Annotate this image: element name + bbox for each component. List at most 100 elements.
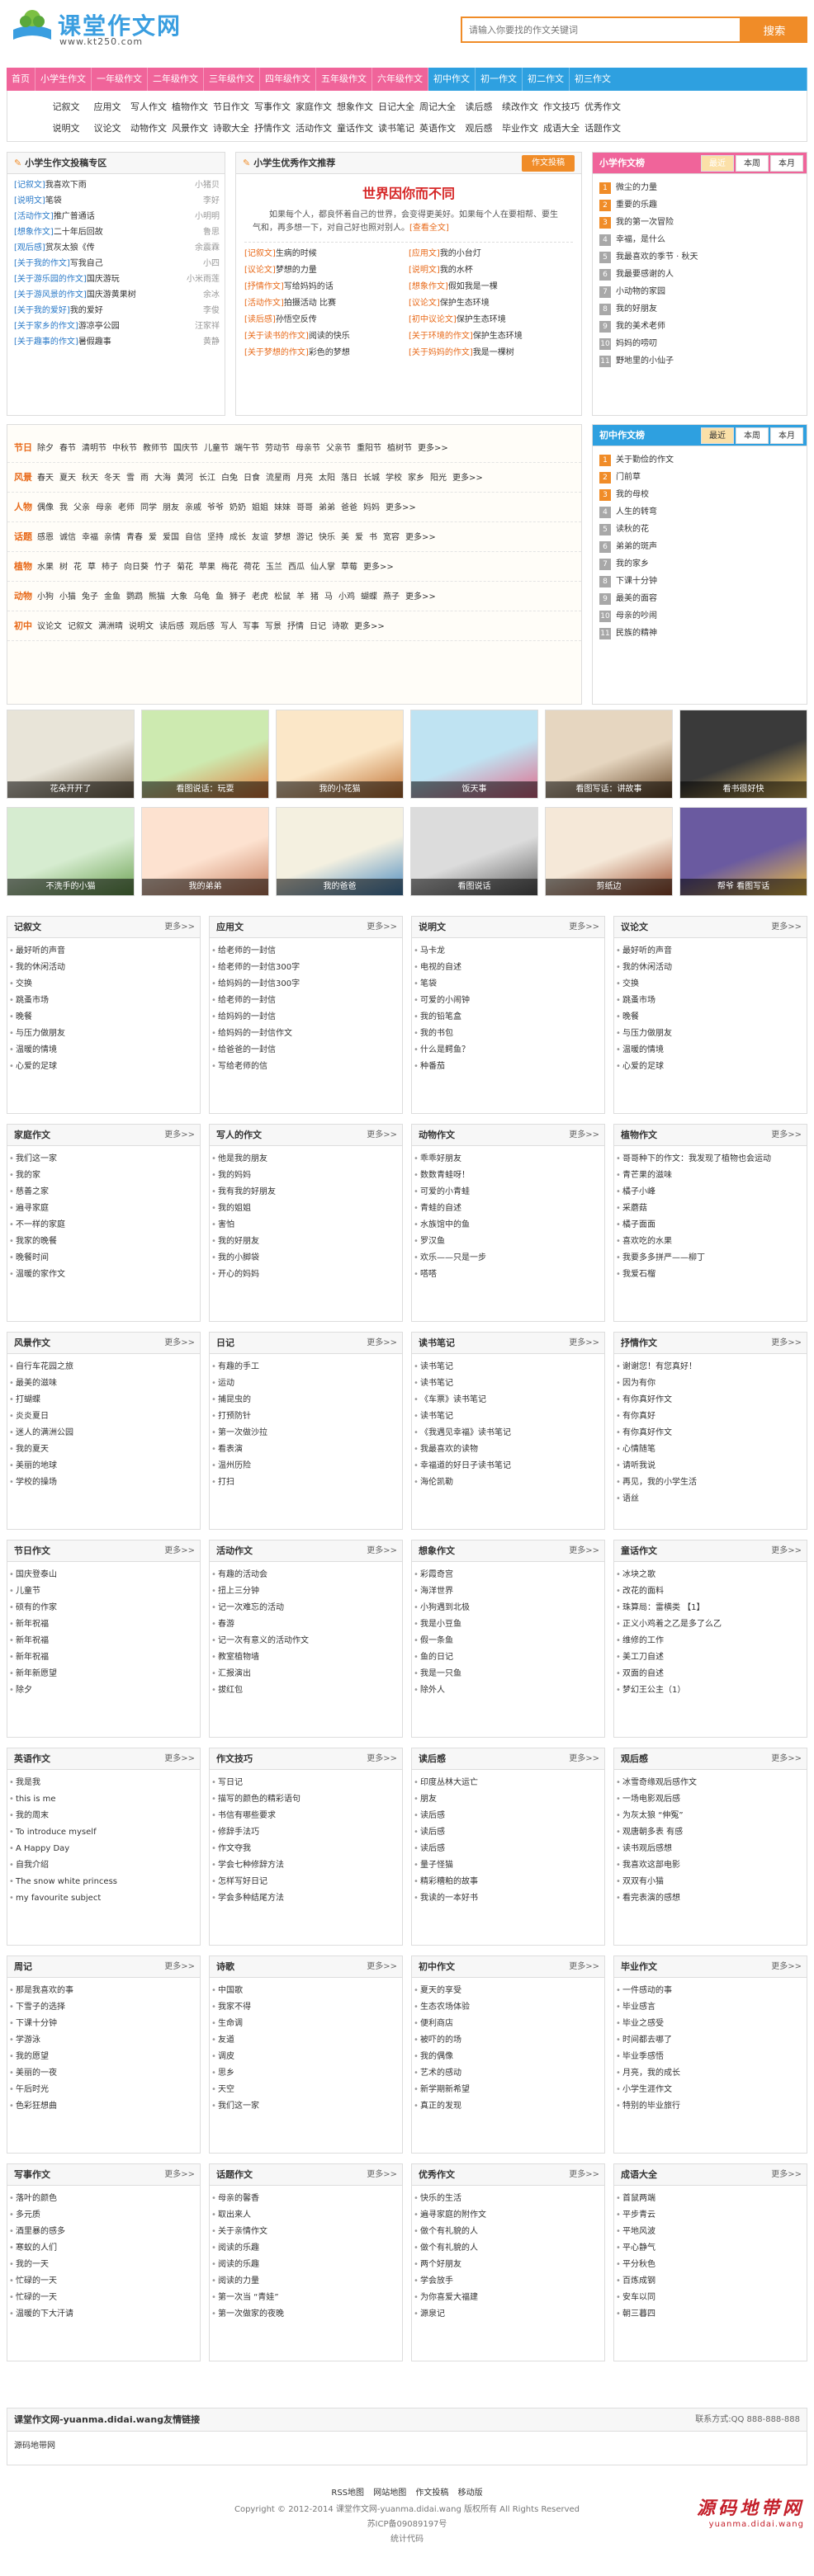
tag-link[interactable]: 梦想 — [274, 533, 291, 542]
category-list-item[interactable]: 读书笔记 — [412, 1408, 604, 1425]
category-list-item[interactable]: 毕业季感悟 — [614, 2049, 807, 2065]
more-link[interactable]: 更多>> — [569, 1540, 599, 1562]
more-link[interactable]: 更多>> — [164, 1540, 195, 1562]
tag-link[interactable]: 西瓜 — [288, 563, 305, 572]
category-list-item[interactable]: 语丝 — [614, 1491, 807, 1507]
category-list-item[interactable]: 再见，我的小学生活 — [614, 1474, 807, 1491]
ranking-item[interactable]: 4 幸福，是什么 — [593, 231, 807, 248]
category-title[interactable]: 想象作文 — [419, 1545, 455, 1556]
category-list-item[interactable]: 自我介绍 — [7, 1857, 200, 1874]
category-title[interactable]: 家庭作文 — [14, 1130, 50, 1140]
category-list-item[interactable]: 看完表演的感想 — [614, 1890, 807, 1907]
tag-link[interactable]: 荷花 — [244, 563, 260, 572]
category-list-item[interactable]: 我的休闲活动 — [7, 960, 200, 976]
tag-link[interactable]: 向日葵 — [124, 563, 149, 572]
item-title[interactable]: 国庆游黄果树 — [87, 290, 136, 300]
item-category[interactable]: [议论文] — [244, 266, 276, 275]
category-title[interactable]: 童话作文 — [621, 1545, 657, 1556]
item-title[interactable]: 国庆游玩 — [87, 275, 120, 284]
category-list-item[interactable]: 跳蚤市场 — [7, 993, 200, 1009]
sub-nav-link[interactable]: 想象作文 — [334, 100, 376, 113]
ranking-item[interactable]: 11 民族的精神 — [593, 625, 807, 642]
category-list-item[interactable]: 正义小鸡着之乙是多了么乙 — [614, 1616, 807, 1633]
category-list-item[interactable]: 最好听的声音 — [7, 943, 200, 960]
submit-item[interactable]: [记叙文]我喜欢下雨 小猪贝 — [7, 177, 225, 193]
item-title[interactable]: 推广普通话 — [54, 212, 95, 221]
item-category[interactable]: [想象作文] — [14, 228, 54, 237]
more-link[interactable]: 更多>> — [164, 1748, 195, 1770]
category-list-item[interactable]: 记一次有意义的活动作文 — [210, 1633, 402, 1649]
category-list-item[interactable]: 温暖的家作文 — [7, 1267, 200, 1283]
category-list-item[interactable]: 观唐朝多表 有感 — [614, 1824, 807, 1841]
tag-link[interactable]: 写事 — [243, 622, 259, 631]
tag-link[interactable]: 宽容 — [383, 533, 400, 542]
category-list-item[interactable]: 迷人的满洲公园 — [7, 1425, 200, 1441]
category-list-item[interactable]: 扭上三分钟 — [210, 1583, 402, 1600]
ranking-item[interactable]: 6 我最要感谢的人 — [593, 266, 807, 283]
item-title[interactable]: 我的小台灯 — [440, 249, 481, 258]
submit-item[interactable]: [观后感]赏灰太狼《传 余震霖 — [7, 240, 225, 256]
tag-link[interactable]: 更多>> — [354, 622, 385, 631]
tag-link[interactable]: 家乡 — [408, 474, 424, 483]
category-list-item[interactable]: 修辞手法巧 — [210, 1824, 402, 1841]
category-list-item[interactable]: 橘子小峰 — [614, 1184, 807, 1201]
item-category[interactable]: [关于妈妈的作文] — [409, 348, 473, 357]
category-title[interactable]: 成语大全 — [621, 2169, 657, 2180]
tag-link[interactable]: 水果 — [37, 563, 54, 572]
ranking-item-title[interactable]: 我的母校 — [616, 490, 649, 499]
more-link[interactable]: 更多>> — [569, 2164, 599, 2186]
tag-link[interactable]: 友谊 — [252, 533, 268, 542]
submit-item[interactable]: [关于游乐园的作文]国庆游玩 小米雨莲 — [7, 271, 225, 287]
category-list-item[interactable]: 我们这一家 — [210, 2098, 402, 2115]
sub-nav-link[interactable]: 风景作文 — [169, 121, 211, 134]
tag-link[interactable]: 亲戚 — [185, 503, 201, 512]
submit-item[interactable]: [关于我的爱好]我的爱好 李俊 — [7, 303, 225, 318]
item-category[interactable]: [初中议论文] — [409, 315, 457, 324]
tag-link[interactable]: 猪 — [310, 592, 319, 602]
item-category[interactable]: [应用文] — [409, 249, 440, 258]
ranking-item-title[interactable]: 野地里的小仙子 — [616, 356, 674, 366]
ranking-item[interactable]: 1 关于勤俭的作文 — [593, 451, 807, 469]
recommend-cell[interactable]: [应用文]我的小台灯 — [409, 246, 573, 262]
tag-link[interactable]: 写人 — [220, 622, 237, 631]
tag-link[interactable]: 玉兰 — [266, 563, 282, 572]
category-list-item[interactable]: 冰块之歌 — [614, 1567, 807, 1583]
category-list-item[interactable]: 双面的自述 — [614, 1666, 807, 1682]
tag-link[interactable]: 更多>> — [386, 503, 416, 512]
item-title[interactable]: 写我自己 — [70, 259, 103, 268]
category-list-item[interactable]: 平心静气 — [614, 2240, 807, 2257]
thumbnail-caption[interactable]: 花朵开开了 — [7, 781, 134, 798]
category-list-item[interactable]: 我家的晚餐 — [7, 1234, 200, 1250]
category-list-item[interactable]: 新年祝福 — [7, 1649, 200, 1666]
tag-link[interactable]: 哥哥 — [296, 503, 313, 512]
item-title[interactable]: 拍摄活动 比赛 — [284, 299, 336, 308]
category-list-item[interactable]: 笔袋 — [412, 976, 604, 993]
sub-nav-link[interactable]: 日记大全 — [376, 100, 417, 113]
category-list-item[interactable]: 打蝴蝶 — [7, 1392, 200, 1408]
tag-link[interactable]: 金鱼 — [104, 592, 121, 602]
ranking-item[interactable]: 4 人生的转弯 — [593, 503, 807, 521]
tag-link[interactable]: 更多>> — [452, 474, 483, 483]
recommend-cell[interactable]: [记叙文]生病的时候 — [244, 246, 409, 262]
category-list-item[interactable]: 我是一只鱼 — [412, 1666, 604, 1682]
tag-link[interactable]: 小狗 — [37, 592, 54, 602]
category-list-item[interactable]: 阅读的乐趣 — [210, 2240, 402, 2257]
more-link[interactable]: 更多>> — [569, 1333, 599, 1354]
category-title[interactable]: 英语作文 — [14, 1753, 50, 1764]
category-title[interactable]: 写人的作文 — [216, 1130, 262, 1140]
tag-link[interactable]: 大海 — [154, 474, 171, 483]
category-list-item[interactable]: 有你真好作文 — [614, 1425, 807, 1441]
category-list-item[interactable]: 给妈妈的一封信 — [210, 1009, 402, 1026]
category-list-item[interactable]: 写给老师的信 — [210, 1059, 402, 1075]
category-list-item[interactable]: 一件感动的事 — [614, 1983, 807, 1999]
submit-item[interactable]: [想象作文]二十年后回故 鲁思 — [7, 224, 225, 240]
more-link[interactable]: 更多>> — [164, 1125, 195, 1146]
ranking-item-title[interactable]: 幸福，是什么 — [616, 235, 665, 244]
category-list-item[interactable]: 遍寻家庭的附作文 — [412, 2207, 604, 2224]
category-list-item[interactable]: 我的铅笔盒 — [412, 1009, 604, 1026]
category-title[interactable]: 初中作文 — [419, 1961, 455, 1972]
category-list-item[interactable]: 午后时光 — [7, 2082, 200, 2098]
ranking-item-title[interactable]: 我的好朋友 — [616, 304, 657, 314]
tag-link[interactable]: 说明文 — [129, 622, 154, 631]
item-category[interactable]: [想象作文] — [409, 282, 448, 291]
